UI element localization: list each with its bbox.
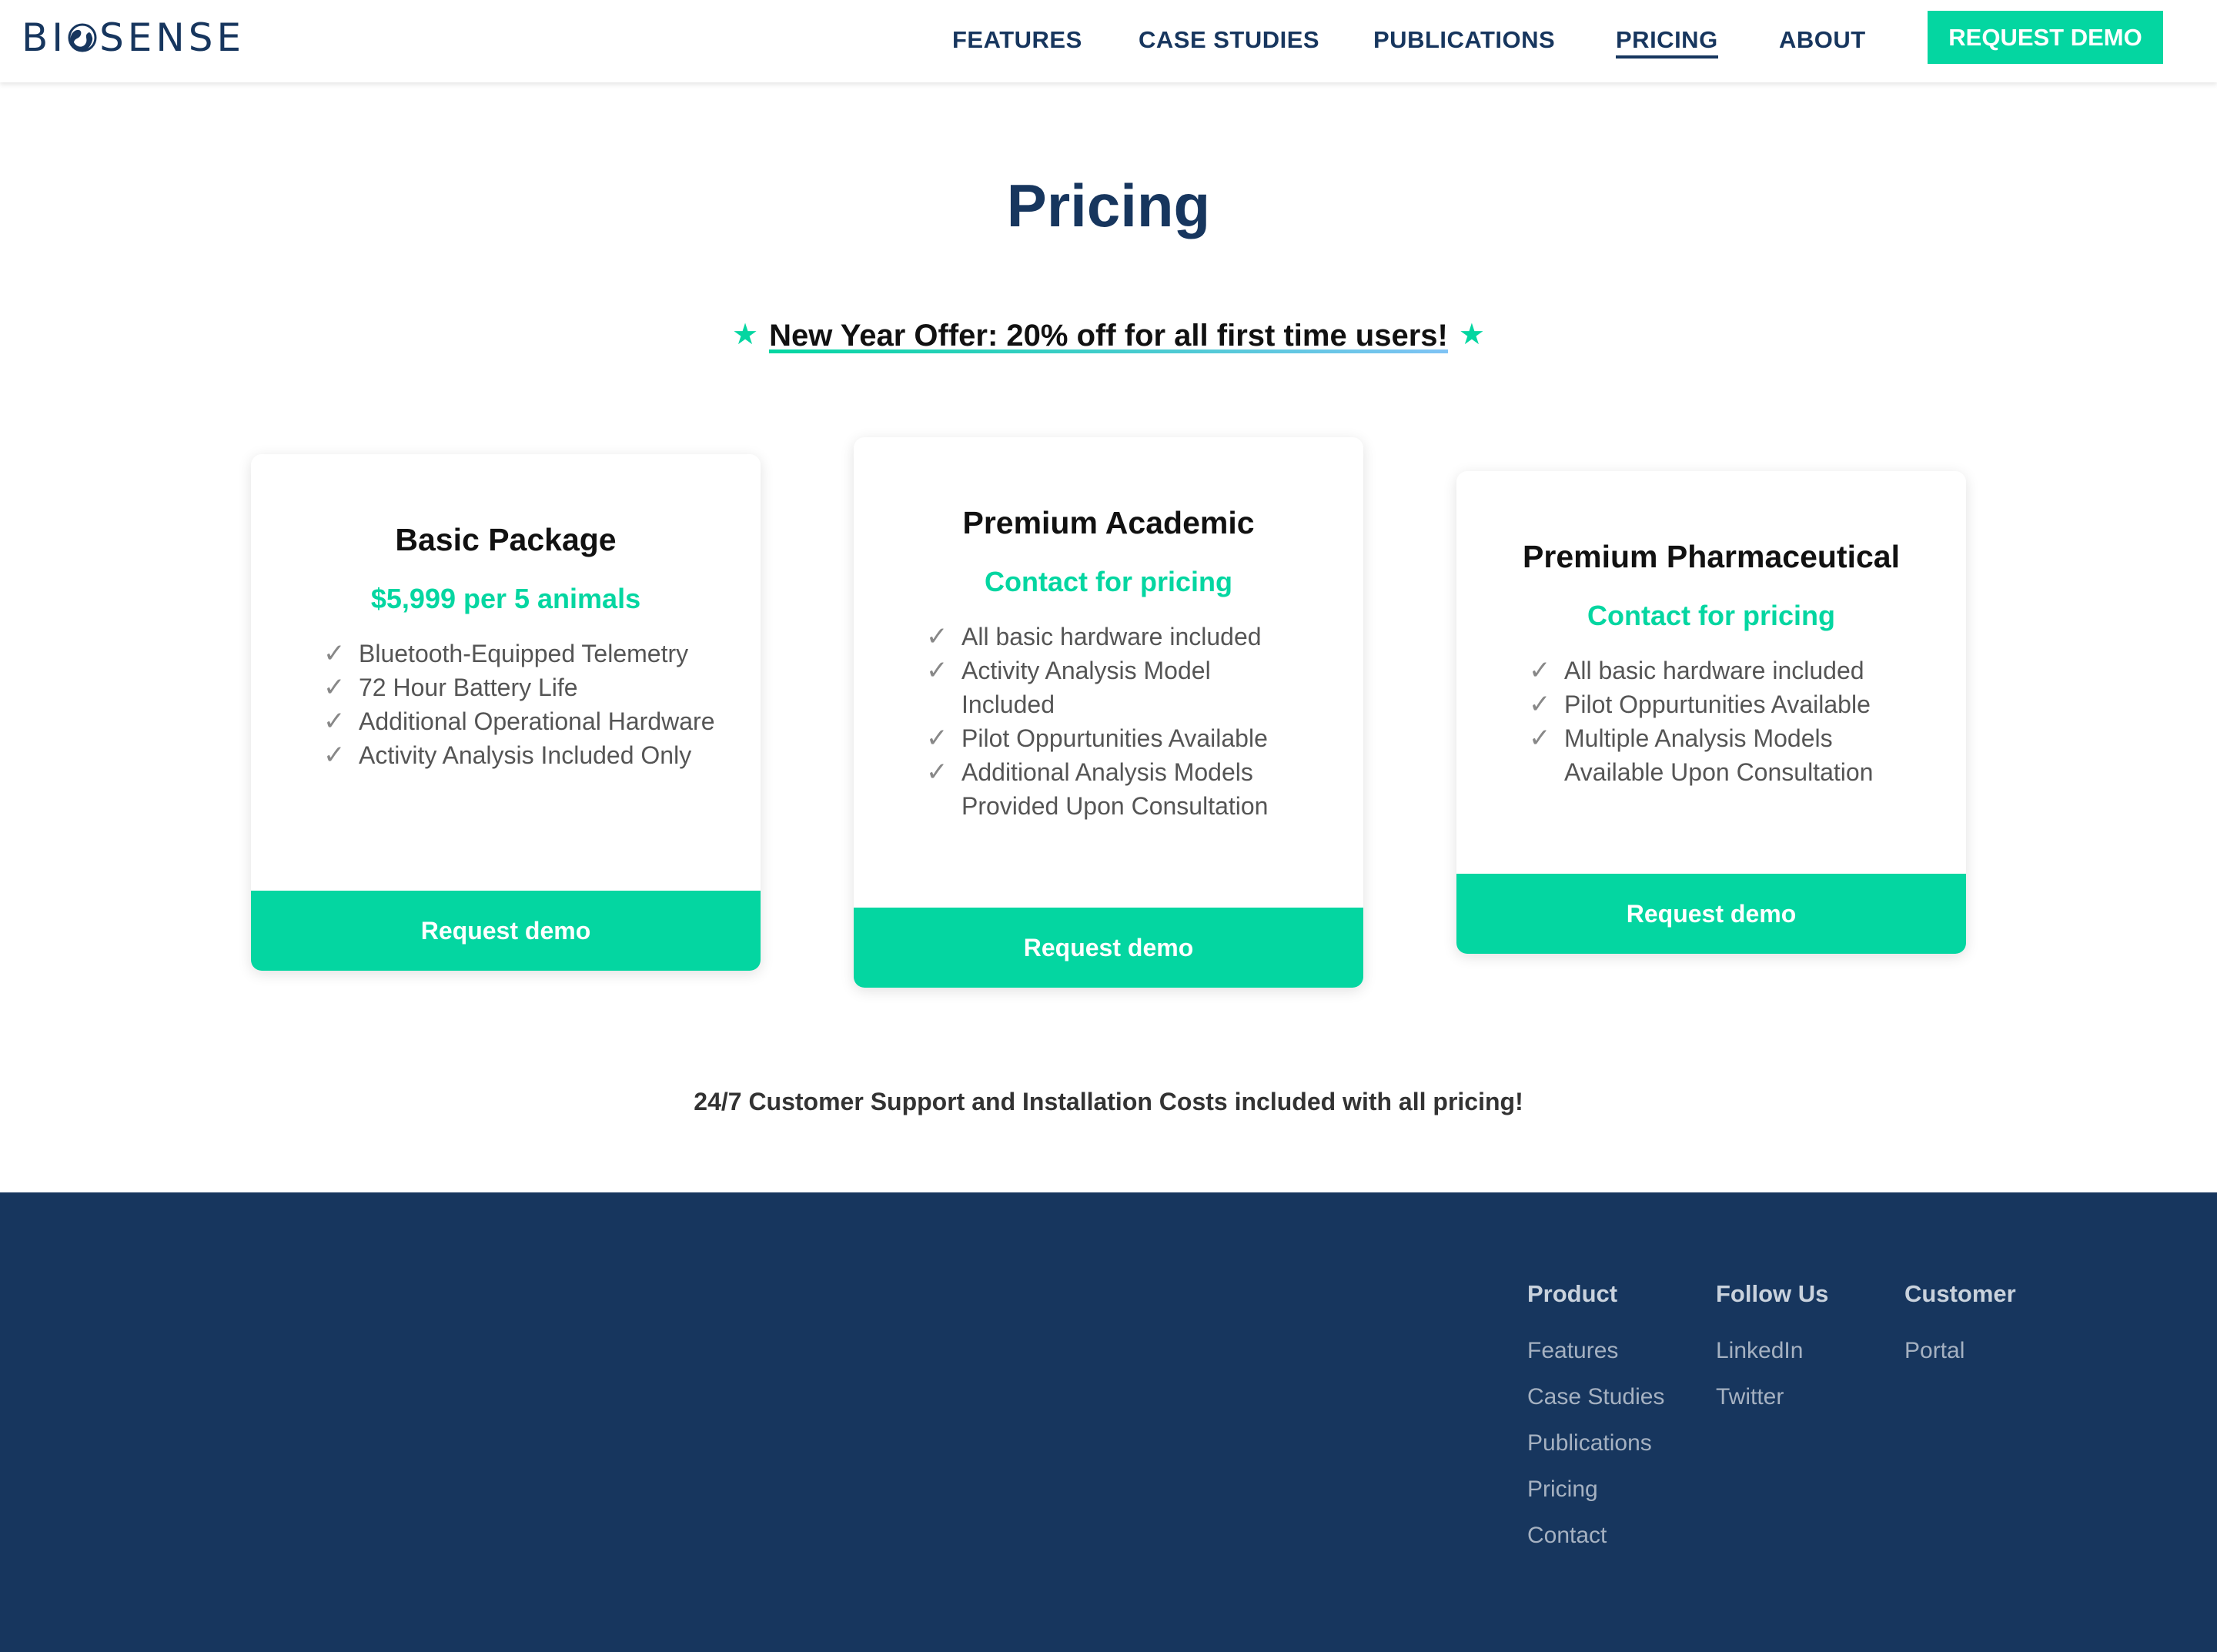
card-request-demo-button[interactable]: Request demo bbox=[854, 908, 1363, 988]
nav-publications[interactable]: PUBLICATIONS bbox=[1373, 26, 1555, 54]
pricing-card-academic: Premium Academic Contact for pricing ✓ Al… bbox=[854, 437, 1363, 988]
checkmark-icon: ✓ bbox=[323, 707, 346, 736]
checkmark-icon: ✓ bbox=[1529, 724, 1551, 753]
star-icon: ★ bbox=[1458, 319, 1485, 351]
feature-item: ✓ Additional Analysis Models Provided Upo… bbox=[926, 755, 1296, 823]
checkmark-icon: ✓ bbox=[1529, 690, 1551, 719]
footer-link-portal[interactable]: Portal bbox=[1904, 1328, 2016, 1374]
checkmark-icon: ✓ bbox=[926, 656, 948, 685]
feature-item: ✓ 72 Hour Battery Life bbox=[323, 670, 724, 704]
checkmark-icon: ✓ bbox=[926, 757, 948, 787]
card-title: Premium Academic bbox=[962, 505, 1255, 540]
pricing-card-pharmaceutical: Premium Pharmaceutical Contact for prici… bbox=[1456, 471, 1966, 954]
footer-link-features[interactable]: Features bbox=[1527, 1328, 1664, 1374]
request-demo-button[interactable]: REQUEST DEMO bbox=[1928, 11, 2163, 64]
feature-item: ✓ Pilot Oppurtunities Available bbox=[1529, 687, 1898, 721]
site-header: BI SENSE FEATURES CASE STUDIES PUBLICATI… bbox=[0, 0, 2217, 82]
footer-link-contact[interactable]: Contact bbox=[1527, 1513, 1664, 1559]
footer-link-linkedin[interactable]: LinkedIn bbox=[1716, 1328, 1828, 1374]
footer-heading: Follow Us bbox=[1716, 1280, 1829, 1307]
feature-list: ✓ Bluetooth-Equipped Telemetry ✓ 72 Hour B… bbox=[323, 637, 724, 772]
footer-link-pricing[interactable]: Pricing bbox=[1527, 1466, 1664, 1513]
footer-link-publications[interactable]: Publications bbox=[1527, 1420, 1664, 1466]
offer-banner: ★ New Year Offer: 20% off for all first t… bbox=[0, 317, 2217, 353]
footer-link-twitter[interactable]: Twitter bbox=[1716, 1374, 1828, 1420]
offer-text: New Year Offer: 20% off for all first ti… bbox=[769, 319, 1448, 353]
nav-about[interactable]: ABOUT bbox=[1779, 26, 1866, 54]
checkmark-icon: ✓ bbox=[323, 673, 346, 702]
card-title: Basic Package bbox=[395, 522, 617, 557]
footer-column-product: Product Features Case Studies Publicatio… bbox=[1527, 1280, 1664, 1559]
star-icon: ★ bbox=[732, 319, 759, 351]
footer-column-follow-us: Follow Us LinkedIn Twitter bbox=[1716, 1280, 1828, 1420]
feature-item: ✓ Pilot Oppurtunities Available bbox=[926, 721, 1296, 755]
feature-list: ✓ All basic hardware included ✓ Activity A… bbox=[926, 620, 1296, 823]
biosense-logo[interactable]: BI SENSE bbox=[22, 11, 245, 65]
site-footer: Product Features Case Studies Publicatio… bbox=[0, 1192, 2217, 1652]
logo-text-sense: SENSE bbox=[99, 15, 246, 60]
support-note: 24/7 Customer Support and Installation C… bbox=[694, 1088, 1523, 1115]
feature-item: ✓ Activity Analysis Model Included bbox=[926, 654, 1296, 721]
card-price: Contact for pricing bbox=[1587, 600, 1835, 631]
footer-heading: Product bbox=[1527, 1280, 1618, 1307]
card-price: $5,999 per 5 animals bbox=[370, 583, 641, 614]
logo-text-bi: BI bbox=[22, 15, 68, 60]
feature-item: ✓ Activity Analysis Included Only bbox=[323, 738, 724, 772]
checkmark-icon: ✓ bbox=[1529, 656, 1551, 685]
checkmark-icon: ✓ bbox=[323, 639, 346, 668]
card-title: Premium Pharmaceutical bbox=[1523, 539, 1900, 574]
card-request-demo-button[interactable]: Request demo bbox=[251, 891, 761, 971]
globe-logo-icon bbox=[68, 23, 97, 52]
nav-features[interactable]: FEATURES bbox=[952, 26, 1082, 54]
card-price: Contact for pricing bbox=[985, 566, 1232, 597]
checkmark-icon: ✓ bbox=[926, 622, 948, 651]
feature-item: ✓ All basic hardware included bbox=[926, 620, 1296, 654]
card-request-demo-button[interactable]: Request demo bbox=[1456, 874, 1966, 954]
feature-item: ✓ Additional Operational Hardware bbox=[323, 704, 724, 738]
pricing-card-basic: Basic Package $5,999 per 5 animals ✓ Blue… bbox=[251, 454, 761, 971]
nav-case-studies[interactable]: CASE STUDIES bbox=[1139, 26, 1319, 54]
feature-item: ✓ All basic hardware included bbox=[1529, 654, 1898, 687]
feature-item: ✓ Bluetooth-Equipped Telemetry bbox=[323, 637, 724, 670]
page-title: Pricing bbox=[1006, 172, 1211, 239]
nav-pricing[interactable]: PRICING bbox=[1616, 26, 1718, 59]
feature-list: ✓ All basic hardware included ✓ Pilot Oppu… bbox=[1529, 654, 1898, 789]
footer-link-case-studies[interactable]: Case Studies bbox=[1527, 1374, 1664, 1420]
feature-item: ✓ Multiple Analysis Models Available Upon… bbox=[1529, 721, 1898, 789]
checkmark-icon: ✓ bbox=[323, 741, 346, 770]
checkmark-icon: ✓ bbox=[926, 724, 948, 753]
footer-column-customer: Customer Portal bbox=[1904, 1280, 2016, 1374]
footer-heading: Customer bbox=[1904, 1280, 2016, 1307]
